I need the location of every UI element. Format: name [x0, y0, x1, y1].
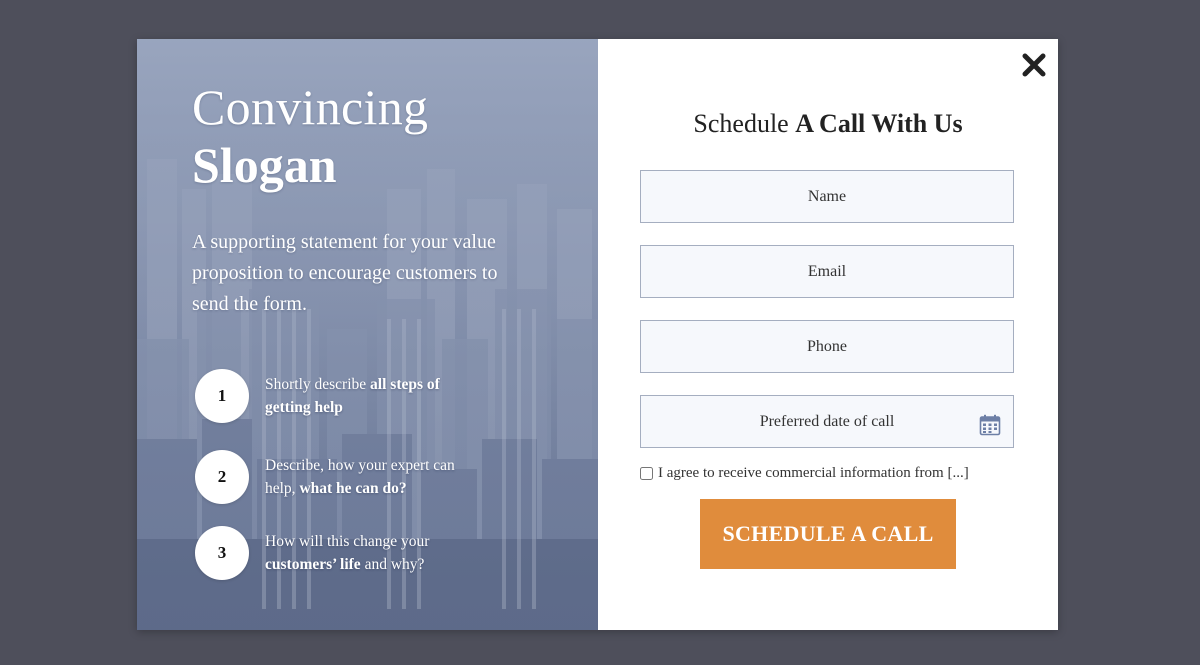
headline-line-1: Convincing: [192, 79, 429, 135]
step-number-badge: 1: [195, 369, 249, 423]
consent-label: I agree to receive commercial informatio…: [658, 465, 969, 481]
preferred-date-field[interactable]: [640, 395, 1014, 448]
form-panel: Schedule A Call With Us I agree to: [598, 39, 1058, 630]
email-field[interactable]: [640, 245, 1014, 298]
step-2: 2 Describe, how your expert can help, wh…: [195, 450, 480, 504]
form-title: Schedule A Call With Us: [693, 109, 963, 138]
step-description: Describe, how your expert can help, what…: [265, 457, 455, 497]
step-number-badge: 2: [195, 450, 249, 504]
step-1: 1 Shortly describe all steps of getting …: [195, 369, 480, 423]
calendar-icon[interactable]: [979, 414, 1001, 436]
phone-field[interactable]: [640, 320, 1014, 373]
hero-panel: Convincing Slogan A supporting statement…: [137, 39, 598, 630]
supporting-statement: A supporting statement for your value pr…: [192, 231, 498, 315]
headline-line-2: Slogan: [192, 137, 337, 193]
hero-content: Convincing Slogan A supporting statement…: [192, 79, 552, 320]
step-3: 3 How will this change your customers’ l…: [195, 526, 480, 580]
step-number-badge: 3: [195, 526, 249, 580]
close-icon[interactable]: [1020, 51, 1048, 79]
schedule-call-button[interactable]: SCHEDULE A CALL: [700, 499, 956, 569]
step-description: How will this change your customers’ lif…: [265, 533, 430, 573]
name-field[interactable]: [640, 170, 1014, 223]
step-description: Shortly describe all steps of getting he…: [265, 376, 440, 416]
consent-row[interactable]: I agree to receive commercial informatio…: [640, 465, 969, 482]
consent-checkbox[interactable]: [640, 467, 653, 480]
schedule-call-modal: Convincing Slogan A supporting statement…: [137, 39, 1058, 630]
